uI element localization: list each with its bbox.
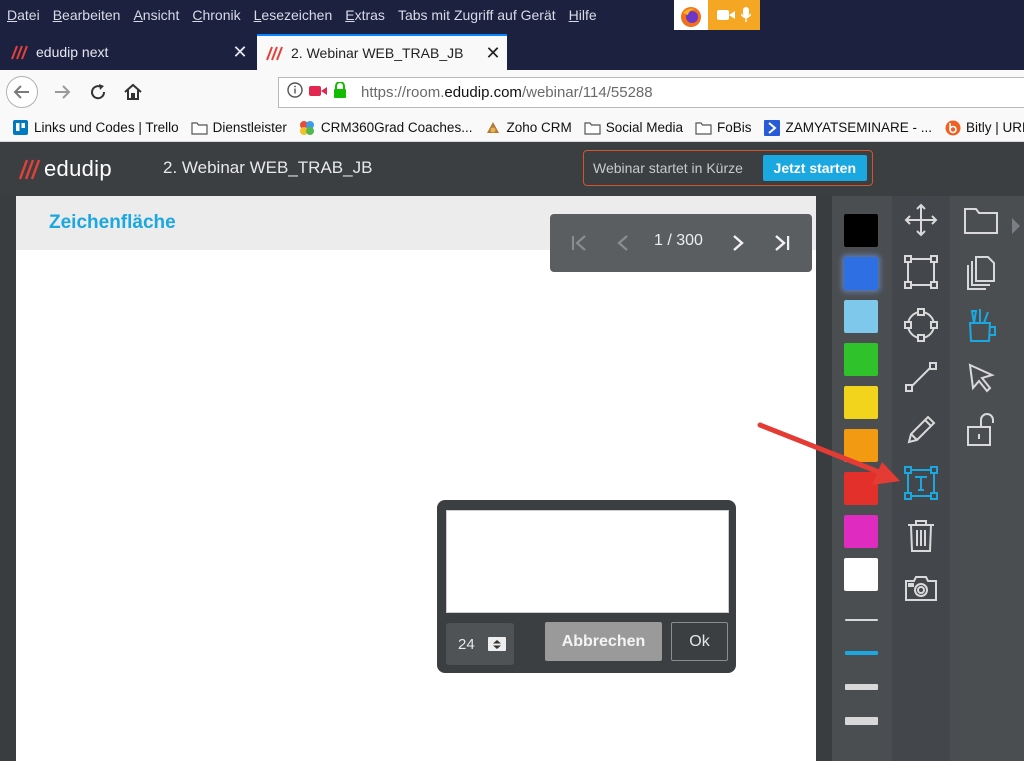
previous-page-icon[interactable] [610,230,636,256]
next-page-icon[interactable] [725,230,751,256]
text-input-area[interactable] [446,510,729,613]
edudip-icon [265,45,283,61]
camera-permission-icon[interactable] [309,84,327,102]
folder-icon [695,120,712,135]
page-navigator: 1 / 300 [550,214,812,272]
whiteboard-title: Zeichenfläche [49,212,176,233]
first-page-icon[interactable] [566,230,592,256]
home-button[interactable] [117,76,149,108]
whiteboard-canvas[interactable]: Zeichenfläche [16,196,816,761]
menu-tabs-geraet[interactable]: Tabs mit Zugriff auf Gerät [391,3,562,27]
folder-icon [190,120,208,135]
bitly-icon [944,120,961,135]
bookmark-zoho[interactable]: Zoho CRM [484,120,572,135]
color-swatch-black[interactable] [844,214,878,247]
camera-icon[interactable] [900,567,942,609]
text-tool-icon[interactable] [900,462,942,504]
color-swatch-red[interactable] [844,472,878,505]
drawing-tools-panel [892,196,950,761]
url-bar[interactable]: https://room.edudip.com/webinar/114/5528… [278,77,1024,108]
font-size-value[interactable]: 24 [458,636,488,653]
edudip-logo-mark [18,159,41,180]
expand-arrow-icon[interactable] [1012,218,1020,234]
color-swatch-white[interactable] [844,558,878,591]
trello-icon [12,120,29,135]
bookmarks-toolbar: Links und Codes | Trello Dienstleister C… [0,114,1024,142]
copy-pages-icon[interactable] [960,252,1002,294]
unlock-icon[interactable] [960,409,1002,451]
webinar-title: 2. Webinar WEB_TRAB_JB [163,158,373,177]
bookmark-social-media[interactable]: Social Media [584,120,683,135]
browser-tabbar: edudip next ✕ 2. Webinar WEB_TRAB_JB ✕ + [0,30,1024,94]
zamyat-icon [764,119,781,136]
microphone-indicator-icon [740,6,752,28]
color-swatch-blue[interactable] [844,257,878,290]
menu-lesezeichen[interactable]: Lesezeichen [247,3,339,27]
menu-datei[interactable]: Datei [0,3,46,27]
media-sharing-indicator[interactable] [674,0,760,34]
line-icon[interactable] [900,356,942,398]
browser-navbar: https://room.edudip.com/webinar/114/5528… [0,70,1024,114]
webinar-start-box: Webinar startet in Kürze Jetzt starten [583,150,873,186]
color-swatch-green[interactable] [844,343,878,376]
firefox-icon [674,0,708,34]
back-button[interactable] [6,76,38,108]
start-webinar-button[interactable]: Jetzt starten [762,155,867,181]
line-width-thick[interactable] [845,684,878,690]
pointer-icon[interactable] [960,356,1002,398]
browser-menubar: Datei Bearbeiten Ansicht Chronik Lesezei… [0,0,1024,30]
bookmark-crm360[interactable]: CRM360Grad Coaches... [299,120,472,135]
pencil-icon[interactable] [900,409,942,451]
close-tab-icon[interactable]: ✕ [479,43,507,64]
last-page-icon[interactable] [769,230,795,256]
page-indicator: 1 / 300 [654,232,703,249]
menu-hilfe[interactable]: Hilfe [562,3,603,27]
folder-icon [584,120,601,135]
menu-bearbeiten[interactable]: Bearbeiten [46,3,127,27]
tab-edudip-next[interactable]: edudip next ✕ [0,34,254,70]
url-text[interactable]: https://room.edudip.com/webinar/114/5528… [361,84,653,101]
edudip-icon [10,44,28,60]
bookmark-dienstleister[interactable]: Dienstleister [190,120,287,135]
circle-icon[interactable] [900,304,942,346]
edudip-logo: edudip [18,156,112,182]
text-input-dialog: 24 Abbrechen Ok [437,500,736,673]
reload-button[interactable] [82,76,114,108]
color-swatch-orange[interactable] [844,429,878,462]
cancel-button[interactable]: Abbrechen [545,622,662,661]
forward-button[interactable] [46,76,78,108]
close-tab-icon[interactable]: ✕ [226,42,254,63]
bookmark-bitly[interactable]: Bitly | URL [944,120,1024,135]
menu-extras[interactable]: Extras [338,3,391,27]
info-icon[interactable] [287,82,303,103]
rectangle-icon[interactable] [900,251,942,293]
side-panel [950,196,1024,761]
bookmark-zamyat[interactable]: ZAMYATSEMINARE - ... [764,119,932,136]
line-width-medium[interactable] [845,651,878,655]
bookmark-fobis[interactable]: FoBis [695,120,752,135]
camera-indicator-icon [717,8,735,26]
line-width-thin[interactable] [845,619,878,621]
menu-chronik[interactable]: Chronik [185,3,246,27]
folder-icon[interactable] [960,199,1002,241]
tab-webinar[interactable]: 2. Webinar WEB_TRAB_JB ✕ [257,34,507,70]
line-width-extra-thick[interactable] [845,717,878,725]
font-size-control[interactable]: 24 [446,623,514,665]
menu-ansicht[interactable]: Ansicht [126,3,185,27]
color-swatch-magenta[interactable] [844,515,878,548]
move-icon[interactable] [900,199,942,241]
color-palette-panel [832,196,892,761]
crm360-icon [299,120,316,135]
trash-icon[interactable] [900,515,942,557]
app-header: edudip 2. Webinar WEB_TRAB_JB Webinar st… [0,142,1024,196]
color-swatch-yellow[interactable] [844,386,878,419]
webinar-status-text: Webinar startet in Kürze [593,160,743,176]
pens-cup-icon[interactable] [960,304,1002,346]
lock-icon[interactable] [333,81,347,103]
bookmark-trello[interactable]: Links und Codes | Trello [12,120,179,135]
ok-button[interactable]: Ok [671,622,728,661]
font-size-stepper-icon[interactable] [488,637,506,651]
color-swatch-light-blue[interactable] [844,300,878,333]
zoho-icon [484,120,501,135]
